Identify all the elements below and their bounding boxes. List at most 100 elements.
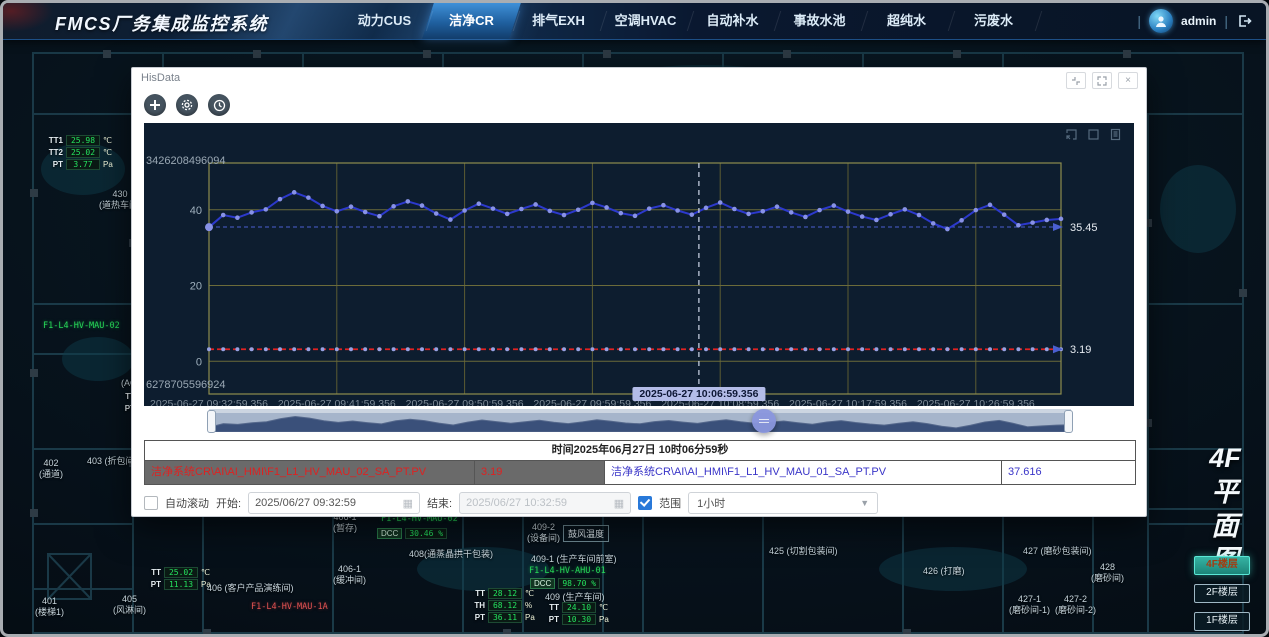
auto-scroll-checkbox[interactable]	[144, 496, 158, 510]
info-box: 鼓风温度	[563, 525, 609, 542]
chevron-down-icon: ▼	[860, 498, 869, 508]
floor-button[interactable]: 2F楼层	[1194, 584, 1250, 603]
calendar-icon: ▦	[614, 497, 624, 510]
datazoom-slider[interactable]	[209, 409, 1071, 432]
cursor-time-label: 2025-06-27 10:06:59.356	[632, 387, 765, 401]
svg-text:2025-06-27 09:50:59.356: 2025-06-27 09:50:59.356	[406, 398, 524, 406]
start-label: 开始:	[216, 495, 241, 511]
app-title: FMCS厂务集成监控系统	[55, 10, 268, 36]
sensor-readout: TT25.02℃PT11.13Pa	[145, 567, 211, 590]
collapse-icon[interactable]	[1066, 72, 1086, 89]
auto-scroll-label: 自动滚动	[165, 495, 209, 511]
room-label: 426 (打磨)	[923, 566, 965, 577]
room-label: 406-1(缓冲间)	[333, 564, 366, 586]
floor-button[interactable]: 1F楼层	[1194, 612, 1250, 631]
nav-tab[interactable]: 超纯水	[863, 3, 950, 39]
window-controls: ×	[1066, 72, 1138, 89]
nav-tab[interactable]: 动力CUS	[341, 3, 428, 39]
start-datetime-input[interactable]: 2025/06/27 09:32:59 ▦	[248, 492, 420, 514]
room-label: 401(楼梯1)	[35, 596, 64, 618]
slider-waveform	[209, 413, 1071, 432]
svg-text:35.45: 35.45	[1070, 222, 1098, 234]
floor-buttons: 4F楼层 2F楼层 1F楼层	[1194, 556, 1250, 631]
room-label: 425 (切割包装间)	[769, 546, 838, 557]
hisdata-dialog: HisData ×	[131, 67, 1147, 517]
pen2-value: 37.616	[1002, 461, 1135, 484]
close-icon[interactable]: ×	[1118, 72, 1138, 89]
equipment-tag: F1-L4-HV-MAU-02	[43, 321, 120, 331]
logout-icon[interactable]	[1236, 13, 1252, 29]
floor-button[interactable]: 4F楼层	[1194, 556, 1250, 575]
value-table: 时间2025年06月27日 10时06分59秒 洁净系统CR\AI\AI_HMI…	[144, 440, 1136, 485]
chart-toolbox	[1065, 128, 1122, 146]
end-label: 结束:	[427, 495, 452, 511]
room-label: 427 (磨砂包装间)	[1023, 546, 1092, 557]
room-label: 402(通道)	[39, 458, 63, 480]
dialog-title: HisData	[141, 72, 180, 84]
add-curve-button[interactable]	[144, 94, 166, 116]
room-label: 408(通蒸晶拱干包装)	[409, 549, 493, 560]
svg-text:2025-06-27 09:41:59.356: 2025-06-27 09:41:59.356	[278, 398, 396, 406]
nav-tab[interactable]: 排气EXH	[515, 3, 602, 39]
nav-tab[interactable]: 洁净CR	[428, 3, 515, 39]
room-label: 409-2(设备间)	[527, 522, 560, 544]
table-row: 洁净系统CR\AI\AI_HMI\F1_L1_HV_MAU_02_SA_PT.P…	[145, 461, 1135, 485]
pen2-tag: 洁净系统CR\AI\AI_HMI\F1_L1_HV_MAU_01_SA_PT.P…	[605, 461, 1002, 484]
user-box: | admin |	[1137, 3, 1252, 39]
pen1-tag: 洁净系统CR\AI\AI_HMI\F1_L1_HV_MAU_02_SA_PT.P…	[145, 461, 475, 484]
room-label: 428(磨砂间)	[1091, 562, 1124, 584]
time-range-button[interactable]	[208, 94, 230, 116]
room-label: 409-1 (生产车间前室)	[531, 554, 617, 565]
dcc-badge: DCC30.46 %	[377, 528, 447, 539]
divider: |	[1137, 13, 1141, 29]
user-avatar-icon[interactable]	[1149, 9, 1173, 33]
divider: |	[1224, 13, 1228, 29]
main-nav: 动力CUS洁净CR排气EXH空调HVAC自动补水事故水池超纯水污废水	[341, 3, 1037, 39]
settings-button[interactable]	[176, 94, 198, 116]
nav-tab[interactable]: 自动补水	[689, 3, 776, 39]
interval-select[interactable]: 1小时 ▼	[688, 492, 878, 514]
calendar-icon: ▦	[403, 497, 413, 510]
user-name[interactable]: admin	[1181, 14, 1216, 28]
room-label: 405(风淋间)	[113, 594, 146, 616]
room-label: 403 (折包间)	[87, 456, 138, 467]
room-label: 406 (客户产品演练间)	[207, 583, 294, 594]
nav-tab[interactable]: 空调HVAC	[602, 3, 689, 39]
bottom-controls: 自动滚动 开始: 2025/06/27 09:32:59 ▦ 结束: 2025/…	[144, 492, 878, 514]
slider-right-handle[interactable]	[1064, 410, 1073, 433]
nav-tab[interactable]: 污废水	[950, 3, 1037, 39]
nav-tab[interactable]: 事故水池	[776, 3, 863, 39]
sensor-readout: TT28.12℃TH68.12%PT36.11Pa	[469, 588, 535, 623]
range-checkbox[interactable]	[638, 496, 652, 510]
pen1-value: 3.19	[475, 461, 605, 484]
screen: TT125.98℃TT225.02℃PT3.77Pa430(道热车间)F1-L4…	[0, 0, 1269, 637]
svg-text:3.19: 3.19	[1070, 344, 1091, 356]
top-bar: FMCS厂务集成监控系统 动力CUS洁净CR排气EXH空调HVAC自动补水事故水…	[3, 3, 1266, 39]
restore-icon[interactable]	[1065, 128, 1078, 146]
range-label: 范围	[659, 495, 681, 511]
svg-text:2025-06-27 10:26:59.356: 2025-06-27 10:26:59.356	[917, 398, 1035, 406]
sensor-readout: TT125.98℃TT225.02℃PT3.77Pa	[47, 135, 113, 170]
equipment-tag: F1-L4-HV-AHU-01	[529, 566, 606, 576]
slider-cursor-handle[interactable]	[752, 409, 776, 433]
svg-text:20: 20	[190, 281, 202, 293]
sensor-readout: TT24.10℃PT10.30Pa	[543, 602, 609, 625]
svg-text:0: 0	[196, 356, 202, 368]
save-image-icon[interactable]	[1109, 128, 1122, 146]
svg-text:2025-06-27 09:32:59.356: 2025-06-27 09:32:59.356	[150, 398, 268, 406]
dcc-badge: DCC98.70 %	[530, 578, 600, 589]
y-axis-min-label: 6278705596924	[146, 379, 226, 391]
box-zoom-icon[interactable]	[1087, 128, 1100, 146]
slider-left-handle[interactable]	[207, 410, 216, 433]
y-axis-max-label: 3426208496094	[146, 155, 226, 167]
plot-area: 0 20 40 2025-06-27 09:32:59.356 2025-06-27 0…	[144, 123, 1134, 406]
trend-chart: 3426208496094 6278705596924 0 20 40 2025-06…	[144, 123, 1134, 406]
svg-text:40: 40	[190, 205, 202, 217]
dialog-toolbar	[144, 94, 230, 116]
room-label: 427-2(磨砂间-2)	[1055, 594, 1096, 616]
end-datetime-input[interactable]: 2025/06/27 10:32:59 ▦	[459, 492, 631, 514]
fullscreen-icon[interactable]	[1092, 72, 1112, 89]
table-time-header: 时间2025年06月27日 10时06分59秒	[145, 441, 1135, 461]
room-label: 427-1(磨砂间-1)	[1009, 594, 1050, 616]
svg-text:2025-06-27 10:17:59.356: 2025-06-27 10:17:59.356	[789, 398, 907, 406]
